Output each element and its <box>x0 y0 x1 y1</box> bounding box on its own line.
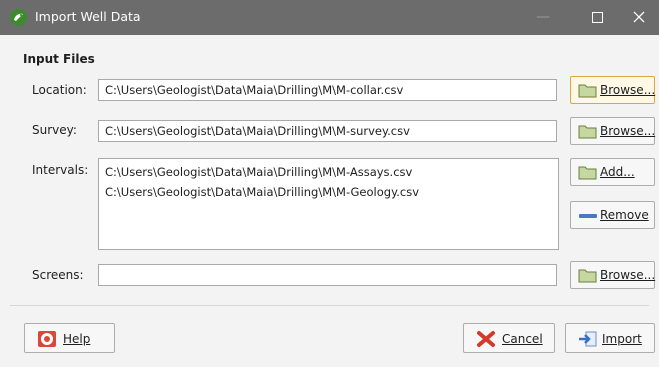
screens-label: Screens: <box>32 268 84 282</box>
list-item[interactable]: C:\Users\Geologist\Data\Maia\Drilling\M\… <box>105 184 552 204</box>
close-icon[interactable] <box>616 0 659 35</box>
intervals-list[interactable]: C:\Users\Geologist\Data\Maia\Drilling\M\… <box>98 158 559 250</box>
folder-icon <box>578 84 597 98</box>
import-button[interactable]: Import <box>565 323 655 353</box>
location-browse-button[interactable]: Browse... <box>570 76 655 104</box>
location-label: Location: <box>32 83 87 97</box>
minimize-icon[interactable]: — <box>520 0 566 35</box>
survey-browse-label: Browse... <box>600 124 656 138</box>
location-browse-label: Browse... <box>600 83 656 97</box>
window-title: Import Well Data <box>35 9 141 24</box>
folder-icon <box>578 125 597 139</box>
location-field[interactable]: C:\Users\Geologist\Data\Maia\Drilling\M\… <box>98 79 557 101</box>
intervals-add-label: Add... <box>600 165 635 179</box>
intervals-add-button[interactable]: Add... <box>570 158 655 186</box>
title-bar: Import Well Data — <box>0 0 659 35</box>
intervals-label: Intervals: <box>32 163 89 177</box>
divider <box>10 305 649 306</box>
survey-browse-button[interactable]: Browse... <box>570 117 655 145</box>
help-button[interactable]: Help <box>24 323 115 353</box>
import-label: Import <box>602 332 642 346</box>
dialog-body: Input Files Location: C:\Users\Geologist… <box>0 35 659 367</box>
maximize-icon[interactable] <box>574 0 620 35</box>
folder-icon <box>578 166 597 180</box>
import-arrow-icon <box>579 331 597 347</box>
folder-icon <box>578 269 597 283</box>
screens-field[interactable] <box>98 264 557 286</box>
list-item[interactable]: C:\Users\Geologist\Data\Maia\Drilling\M\… <box>105 164 552 184</box>
cancel-label: Cancel <box>502 332 543 346</box>
minus-icon <box>579 214 597 218</box>
cancel-button[interactable]: Cancel <box>463 323 555 353</box>
screens-browse-label: Browse... <box>600 268 656 282</box>
help-label: Help <box>63 332 91 346</box>
lifebuoy-icon <box>38 331 56 347</box>
screens-browse-button[interactable]: Browse... <box>570 261 655 289</box>
survey-label: Survey: <box>32 123 77 137</box>
survey-field[interactable]: C:\Users\Geologist\Data\Maia\Drilling\M\… <box>98 120 557 142</box>
leapfrog-app-icon <box>10 9 27 26</box>
intervals-remove-button[interactable]: Remove <box>570 201 655 229</box>
input-files-heading: Input Files <box>23 52 95 66</box>
intervals-remove-label: Remove <box>600 208 649 222</box>
cancel-x-icon <box>477 331 495 347</box>
